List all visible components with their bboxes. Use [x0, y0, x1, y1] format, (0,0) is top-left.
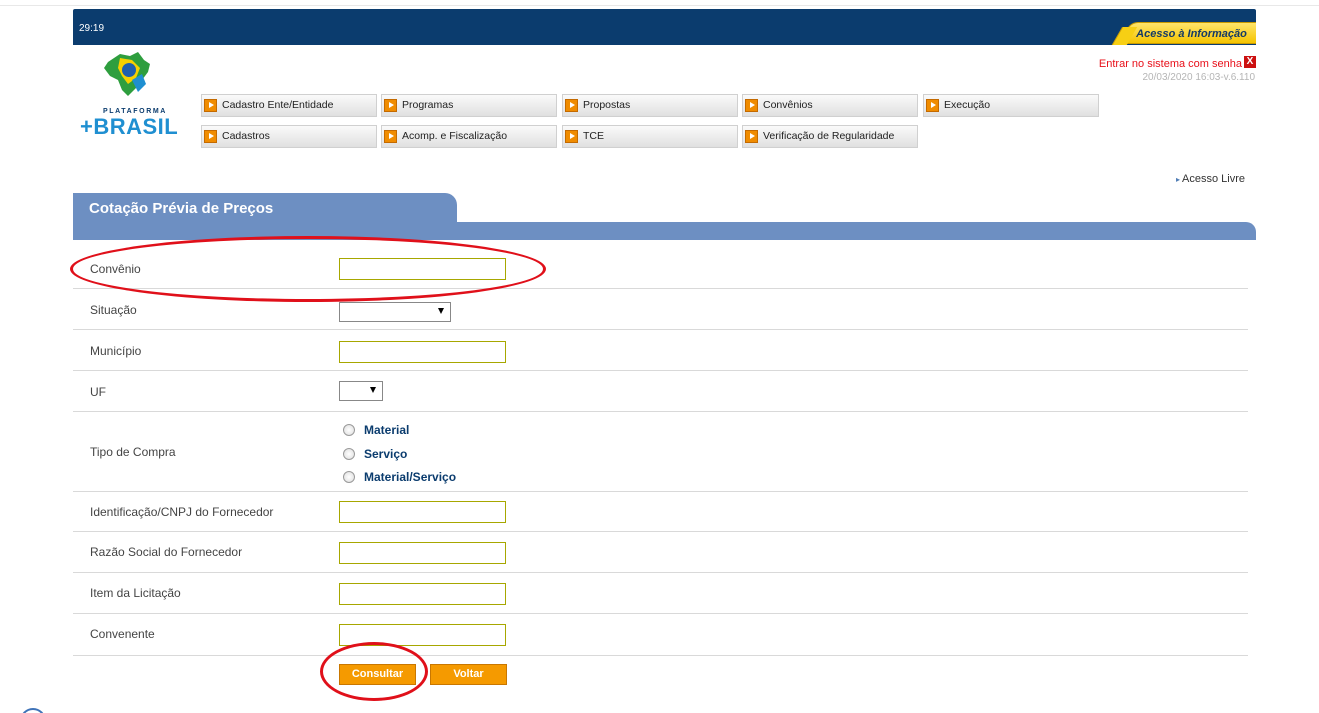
logo-text-brasil: +BRASIL: [80, 114, 179, 139]
menu-item-cadastro-ente[interactable]: Cadastro Ente/Entidade: [201, 94, 377, 117]
header-bar: 29:19 Acesso à Informação: [73, 9, 1256, 45]
arrow-right-icon: [384, 130, 397, 143]
consultar-button[interactable]: Consultar: [339, 664, 416, 685]
radio-button[interactable]: [343, 424, 355, 436]
cnpj-input[interactable]: [339, 501, 506, 523]
arrow-right-icon: [204, 130, 217, 143]
municipio-label: Município: [90, 344, 142, 358]
row-tipo-compra: Tipo de Compra: [73, 412, 1248, 492]
arrow-right-icon: [926, 99, 939, 112]
razao-social-label: Razão Social do Fornecedor: [90, 545, 243, 559]
menu-item-label: Propostas: [583, 99, 631, 111]
panel-bar: [73, 222, 1256, 240]
row-convenio: Convênio: [73, 248, 1248, 289]
situacao-select[interactable]: [339, 302, 451, 322]
row-municipio: Município: [73, 330, 1248, 371]
menu-item-programas[interactable]: Programas: [381, 94, 557, 117]
help-icon[interactable]: [20, 708, 46, 713]
item-licitacao-label: Item da Licitação: [90, 586, 181, 600]
arrow-right-icon: [745, 130, 758, 143]
close-icon[interactable]: X: [1244, 56, 1256, 68]
menu-item-label: Cadastro Ente/Entidade: [222, 99, 334, 111]
menu-item-label: TCE: [583, 130, 604, 142]
row-item-licitacao: Item da Licitação: [73, 573, 1248, 614]
uf-label: UF: [90, 385, 106, 399]
menu-item-propostas[interactable]: Propostas: [562, 94, 738, 117]
menu-item-label: Acomp. e Fiscalização: [402, 130, 508, 142]
chevron-down-icon: [438, 308, 444, 314]
convenio-input[interactable]: [339, 258, 506, 280]
menu-item-label: Verificação de Regularidade: [763, 130, 895, 142]
convenio-label: Convênio: [90, 262, 141, 276]
session-timer: 29:19: [79, 23, 105, 34]
row-convenente: Convenente: [73, 614, 1248, 656]
radio-label-material: Material: [364, 423, 410, 437]
menu-item-acomp-fiscalizacao[interactable]: Acomp. e Fiscalização: [381, 125, 557, 148]
acesso-informacao-link[interactable]: Acesso à Informação: [1126, 22, 1256, 44]
voltar-button[interactable]: Voltar: [430, 664, 507, 685]
page-title: Cotação Prévia de Preços: [89, 200, 274, 217]
menu-item-verificacao-regularidade[interactable]: Verificação de Regularidade: [742, 125, 918, 148]
arrow-right-icon: [384, 99, 397, 112]
arrow-right-icon: [204, 99, 217, 112]
situacao-label: Situação: [90, 303, 137, 317]
convenente-input[interactable]: [339, 624, 506, 646]
municipio-input[interactable]: [339, 341, 506, 363]
row-situacao: Situação: [73, 289, 1248, 330]
convenente-label: Convenente: [90, 627, 155, 641]
arrow-right-icon: [745, 99, 758, 112]
menu-item-convenios[interactable]: Convênios: [742, 94, 918, 117]
cnpj-label: Identificação/CNPJ do Fornecedor: [90, 505, 274, 519]
brasil-map-icon: [104, 52, 150, 96]
uf-select[interactable]: [339, 381, 383, 401]
radio-button[interactable]: [343, 448, 355, 460]
menu-item-label: Execução: [944, 99, 991, 111]
radio-label-material-servico: Material/Serviço: [364, 470, 457, 484]
arrow-right-icon: [565, 130, 578, 143]
radio-button[interactable]: [343, 471, 355, 483]
menu-item-label: Programas: [402, 99, 454, 111]
version-timestamp: 20/03/2020 16:03-v.6.110: [1142, 72, 1256, 83]
item-licitacao-input[interactable]: [339, 583, 506, 605]
chevron-down-icon: [370, 387, 376, 393]
login-link[interactable]: Entrar no sistema com senha: [1099, 58, 1242, 70]
top-divider: [0, 5, 1319, 6]
menu-item-label: Convênios: [763, 99, 813, 111]
row-cnpj: Identificação/CNPJ do Fornecedor: [73, 492, 1248, 532]
menu-item-label: Cadastros: [222, 130, 270, 142]
radio-label-servico: Serviço: [364, 447, 408, 461]
row-uf: UF: [73, 371, 1248, 412]
razao-social-input[interactable]: [339, 542, 506, 564]
acesso-livre-link[interactable]: Acesso Livre: [1176, 173, 1245, 185]
menu-item-execucao[interactable]: Execução: [923, 94, 1099, 117]
row-razao-social: Razão Social do Fornecedor: [73, 532, 1248, 573]
menu-item-cadastros[interactable]: Cadastros: [201, 125, 377, 148]
tipo-compra-label: Tipo de Compra: [90, 445, 176, 459]
menu-item-tce[interactable]: TCE: [562, 125, 738, 148]
arrow-right-icon: [565, 99, 578, 112]
page: 29:19 Acesso à Informação PLATAFORMA +BR…: [0, 0, 1319, 713]
panel-tab: Cotação Prévia de Preços: [73, 193, 457, 223]
